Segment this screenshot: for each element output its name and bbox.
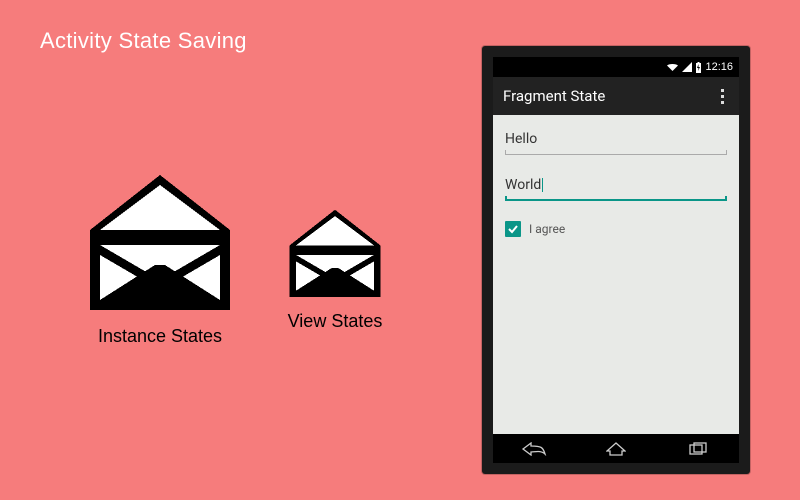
screen-content: Hello World I agree (493, 115, 739, 237)
instance-states-label: Instance States (70, 326, 250, 347)
phone-mockup: 12:16 Fragment State Hello World I agree (482, 46, 750, 474)
back-button[interactable] (519, 440, 549, 458)
text-field-1-value: Hello (505, 129, 727, 151)
text-field-2-value: World (505, 175, 727, 197)
action-bar: Fragment State (493, 77, 739, 115)
home-button[interactable] (601, 440, 631, 458)
recents-button[interactable] (683, 440, 713, 458)
nav-bar (493, 434, 739, 463)
page-title: Activity State Saving (40, 28, 247, 54)
overflow-menu-icon[interactable] (715, 85, 729, 107)
text-cursor-icon (542, 178, 543, 192)
signal-icon (682, 62, 692, 72)
text-field-1[interactable]: Hello (505, 129, 727, 155)
phone-screen: 12:16 Fragment State Hello World I agree (493, 57, 739, 434)
status-bar: 12:16 (493, 57, 739, 77)
envelope-icon (70, 170, 250, 320)
view-states-label: View States (275, 311, 395, 332)
checkbox-checked-icon (505, 221, 521, 237)
actionbar-title: Fragment State (503, 87, 605, 105)
status-time: 12:16 (705, 61, 733, 73)
envelope-icon (275, 205, 395, 305)
wifi-icon (666, 62, 679, 72)
view-states-group: View States (275, 205, 395, 332)
battery-icon (695, 62, 702, 73)
instance-states-group: Instance States (70, 170, 250, 347)
text-field-2[interactable]: World (505, 175, 727, 201)
agree-checkbox-label: I agree (529, 222, 565, 236)
agree-checkbox-row[interactable]: I agree (505, 221, 727, 237)
